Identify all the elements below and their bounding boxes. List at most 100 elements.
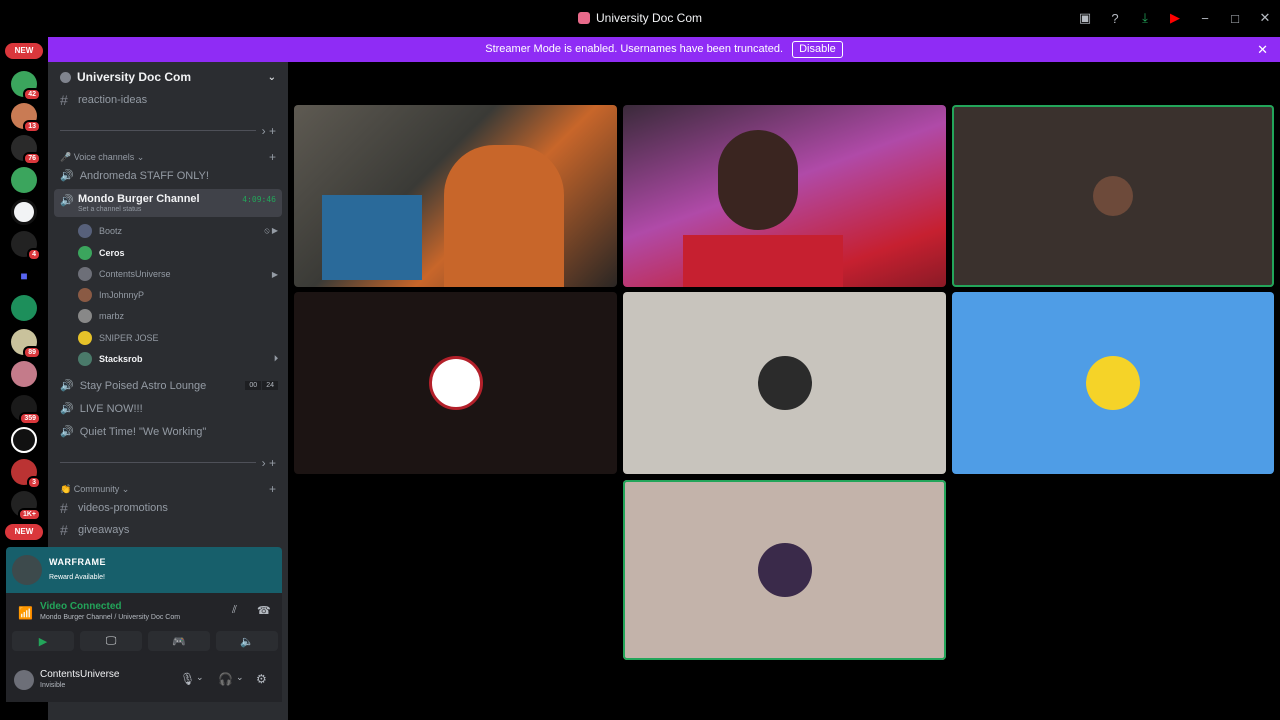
chevron-down-icon[interactable]: ⌄ bbox=[196, 672, 204, 683]
video-tile-avatar[interactable] bbox=[623, 480, 946, 660]
voice-member[interactable]: ImJohnnyP bbox=[78, 286, 278, 304]
avatar bbox=[1086, 356, 1140, 410]
guild-header[interactable]: University Doc Com ⌄ bbox=[48, 62, 288, 92]
close-banner-icon[interactable]: ✕ bbox=[1257, 37, 1268, 62]
voice-channel-active[interactable]: 🔊 Mondo Burger Channel Set a channel sta… bbox=[54, 189, 282, 217]
connection-status[interactable]: Video Connected bbox=[40, 601, 122, 612]
download-icon[interactable]: ⤓ bbox=[1130, 8, 1160, 28]
help-icon[interactable]: ? bbox=[1100, 8, 1130, 28]
noise-suppression-icon[interactable]: ⫽ bbox=[232, 604, 237, 617]
voice-member[interactable]: Bootz ⦸ ▶ bbox=[78, 222, 278, 240]
signal-icon[interactable]: 📶 bbox=[18, 606, 33, 620]
video-tile-avatar[interactable] bbox=[952, 292, 1274, 474]
camera-button[interactable]: ▶ bbox=[12, 631, 74, 651]
video-tile-stream[interactable] bbox=[294, 105, 617, 287]
channel-quiet-time[interactable]: 🔊 Quiet Time! "We Working" bbox=[60, 425, 206, 439]
divider bbox=[60, 462, 256, 463]
speaker-icon: 🔊 bbox=[60, 403, 74, 415]
add-channel-icon[interactable]: › + bbox=[262, 124, 276, 138]
server-icon bbox=[577, 12, 590, 24]
disable-button[interactable]: Disable bbox=[792, 41, 843, 58]
gear-icon[interactable]: ⚙ bbox=[256, 672, 267, 686]
avatar bbox=[78, 246, 92, 260]
microphone-icon[interactable]: 🎙 bbox=[180, 672, 195, 686]
voice-member[interactable]: marbz bbox=[78, 307, 278, 325]
add-channel-icon[interactable]: + bbox=[269, 482, 276, 496]
channel-andromeda[interactable]: 🔊 Andromeda STAFF ONLY! bbox=[60, 169, 209, 183]
avatar[interactable] bbox=[14, 670, 34, 690]
server-icon[interactable]: 3 bbox=[11, 459, 41, 489]
category-community[interactable]: 👏 Community ⌄ bbox=[60, 484, 129, 495]
new-pill-top[interactable]: NEW bbox=[5, 43, 43, 59]
promo-title: WARFRAME bbox=[49, 557, 106, 567]
server-icon[interactable]: 13 bbox=[11, 103, 41, 133]
voice-member[interactable]: Ceros bbox=[78, 244, 278, 262]
banner-text: Streamer Mode is enabled. Usernames have… bbox=[485, 43, 784, 55]
avatar bbox=[78, 331, 92, 345]
avatar bbox=[78, 309, 92, 323]
server-icon[interactable]: 42 bbox=[11, 71, 41, 101]
title-bar: University Doc Com ▣ ? ⤓ ▶ − □ ✕ bbox=[0, 0, 1280, 37]
server-icon[interactable] bbox=[11, 361, 37, 387]
server-icon[interactable]: 76 bbox=[11, 135, 41, 165]
channel-giveaways[interactable]: # giveaways bbox=[48, 519, 288, 541]
voice-connection-panel: 📶 Video Connected Mondo Burger Channel /… bbox=[6, 593, 282, 658]
speaker-icon: 🔊 bbox=[60, 426, 74, 438]
avatar bbox=[78, 267, 92, 281]
server-icon[interactable]: 89 bbox=[11, 329, 41, 359]
screenshare-button[interactable]: 🖵 bbox=[80, 631, 142, 651]
voice-member[interactable]: ContentsUniverse ▶ bbox=[78, 265, 278, 283]
inbox-icon[interactable]: ▣ bbox=[1070, 8, 1100, 28]
category-voice[interactable]: 🎤 Voice channels ⌄ bbox=[60, 152, 144, 163]
activity-button[interactable]: 🎮 bbox=[148, 631, 210, 651]
channel-videos-promotions[interactable]: # videos-promotions bbox=[48, 497, 288, 519]
channel-live-now[interactable]: 🔊 LIVE NOW!!! bbox=[60, 402, 143, 416]
speaker-icon: 🔊 bbox=[60, 170, 74, 182]
video-tile-camera[interactable] bbox=[623, 105, 946, 287]
youtube-icon[interactable]: ▶ bbox=[1160, 8, 1190, 28]
minimize-icon[interactable]: − bbox=[1190, 8, 1220, 28]
user-panel: ContentsUniverse Invisible 🎙 ⌄ 🎧 ⌄ ⚙ bbox=[6, 658, 282, 702]
chevron-down-icon[interactable]: ⌄ bbox=[236, 672, 244, 683]
channel-astro-lounge[interactable]: 🔊 Stay Poised Astro Lounge bbox=[60, 379, 206, 393]
server-icon[interactable]: 359 bbox=[11, 395, 41, 425]
promo-subtitle: Reward Available! bbox=[49, 574, 105, 581]
channel-status[interactable]: Set a channel status bbox=[78, 206, 141, 213]
streamer-mode-banner: Streamer Mode is enabled. Usernames have… bbox=[48, 37, 1280, 62]
guild-icon bbox=[60, 71, 71, 83]
server-icon[interactable] bbox=[11, 167, 37, 193]
chevron-down-icon[interactable]: ⌄ bbox=[268, 72, 276, 83]
maximize-icon[interactable]: □ bbox=[1220, 8, 1250, 28]
mute-camera-icons: ⦸ ▶ bbox=[264, 226, 278, 235]
folder-icon[interactable]: ■ bbox=[11, 263, 37, 289]
avatar bbox=[78, 352, 92, 366]
video-tile-avatar[interactable] bbox=[294, 292, 617, 474]
connection-location: Mondo Burger Channel / University Doc Co… bbox=[40, 614, 181, 621]
soundboard-button[interactable]: 🔈 bbox=[216, 631, 278, 651]
new-pill-bottom[interactable]: NEW bbox=[5, 524, 43, 540]
disconnect-icon[interactable]: ☎ bbox=[257, 604, 271, 617]
voice-member[interactable]: SNIPER JOSE bbox=[78, 329, 278, 347]
username[interactable]: ContentsUniverse bbox=[40, 669, 119, 680]
server-icon[interactable]: 4 bbox=[11, 231, 41, 261]
close-window-icon[interactable]: ✕ bbox=[1250, 8, 1280, 28]
call-timer: 4:09:46 bbox=[242, 195, 276, 204]
video-stage bbox=[288, 62, 1280, 720]
server-icon[interactable] bbox=[11, 199, 37, 225]
video-tile-avatar[interactable] bbox=[623, 292, 946, 474]
voice-member[interactable]: Stacksrob ⏵ bbox=[78, 350, 278, 368]
guild-name: University Doc Com bbox=[77, 70, 192, 84]
server-icon[interactable]: 1K+ bbox=[11, 491, 41, 521]
add-channel-icon[interactable]: › + bbox=[262, 456, 276, 470]
server-icon[interactable] bbox=[11, 427, 37, 453]
add-channel-icon[interactable]: + bbox=[269, 150, 276, 164]
channel-reaction-ideas[interactable]: # reaction-ideas bbox=[48, 89, 288, 111]
camera-icon: ▶ bbox=[271, 269, 278, 279]
server-icon[interactable] bbox=[11, 295, 37, 321]
avatar bbox=[757, 543, 812, 597]
game-promo[interactable]: WARFRAME Reward Available! bbox=[6, 547, 282, 593]
hash-icon: # bbox=[60, 92, 68, 108]
headphones-icon[interactable]: 🎧 bbox=[218, 672, 233, 686]
video-tile-avatar[interactable] bbox=[952, 105, 1274, 287]
speaker-icon: 🔊 bbox=[60, 195, 74, 207]
